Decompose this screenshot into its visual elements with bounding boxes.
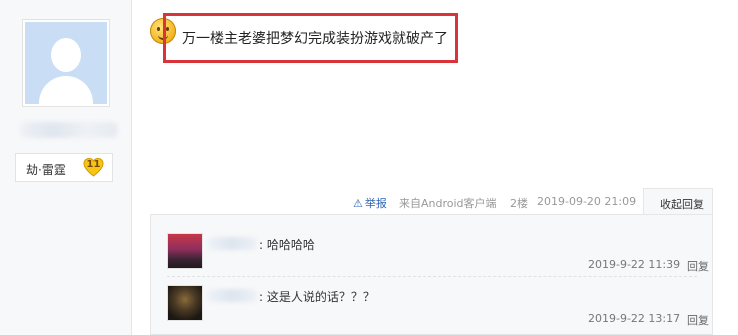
badge-label: 劫·雷霆	[26, 163, 66, 177]
reply-time: 2019-9-22 11:39	[588, 258, 681, 271]
reply-text: : 这是人说的话？？？	[259, 290, 375, 304]
badge-level-number: 11	[86, 159, 101, 170]
member-badge[interactable]: 劫·雷霆 11	[15, 153, 113, 182]
warning-icon: ⚠	[353, 197, 363, 210]
collapse-replies-button[interactable]: 收起回复	[643, 188, 713, 216]
collapse-label: 收起回复	[660, 198, 704, 211]
reply-list: : 哈哈哈哈 2019-9-22 11:39 回复 : 这是人说的话？？？ 20…	[150, 214, 713, 335]
post-time: 2019-09-20 21:09	[537, 195, 637, 208]
post-text: 万一楼主老婆把梦幻完成装扮游戏就破产了	[182, 31, 448, 47]
report-link[interactable]: ⚠ 举报	[353, 195, 387, 211]
level-heart-icon: 11	[83, 157, 104, 178]
reply-username-blurred[interactable]	[207, 289, 257, 302]
avatar[interactable]	[22, 19, 110, 107]
highlight-box: 万一楼主老婆把梦幻完成装扮游戏就破产了	[163, 13, 458, 63]
floor-number: 2楼	[510, 197, 528, 210]
reply-time: 2019-9-22 13:17	[588, 312, 681, 325]
client-source: 来自Android客户端	[399, 197, 497, 210]
post-meta: ⚠ 举报 来自Android客户端 2楼 2019-09-20 21:09 收起回…	[131, 188, 738, 216]
list-item: : 哈哈哈哈 2019-9-22 11:39 回复	[151, 215, 714, 273]
reply-text: : 哈哈哈哈	[259, 238, 315, 252]
default-avatar-icon	[25, 22, 107, 104]
avatar[interactable]	[167, 285, 203, 321]
author-sidebar: 劫·雷霆 11	[0, 0, 132, 335]
list-item: : 这是人说的话？？？ 2019-9-22 13:17 回复	[151, 277, 714, 331]
reply-username-blurred[interactable]	[207, 237, 257, 250]
reply-button[interactable]: 回复	[687, 312, 709, 328]
reply-button[interactable]: 回复	[687, 258, 709, 274]
post-content: 万一楼主老婆把梦幻完成装扮游戏就破产了 ⚠ 举报 来自Android客户端 2楼 …	[131, 0, 738, 335]
username-blurred[interactable]	[20, 122, 118, 138]
report-label: 举报	[364, 197, 387, 210]
avatar[interactable]	[167, 233, 203, 269]
